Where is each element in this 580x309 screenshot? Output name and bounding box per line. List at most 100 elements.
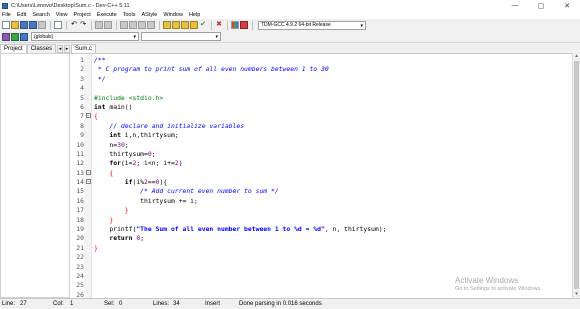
- menu-file[interactable]: File: [2, 12, 11, 18]
- code-line[interactable]: 5 #include <stdio.h>: [70, 94, 572, 103]
- tab-classes[interactable]: Classes: [26, 44, 57, 53]
- code-line[interactable]: 6 int main(): [70, 103, 572, 112]
- menu-execute[interactable]: Execute: [97, 12, 117, 18]
- check-icon[interactable]: ✔: [199, 21, 207, 29]
- compile-icon[interactable]: [163, 21, 171, 29]
- new-file-icon[interactable]: [2, 21, 10, 29]
- new-class-icon[interactable]: [2, 32, 10, 41]
- title-bar: C:\Users\Lenovo\Desktop\Sum.c - Dev-C++ …: [0, 0, 580, 11]
- compiler-select[interactable]: TDM-GCC 4.9.2 64-bit Release ▾: [258, 20, 366, 30]
- profile-chart-icon[interactable]: [231, 21, 239, 29]
- code-token: // declare and initialize variables: [94, 121, 245, 130]
- menu-tools[interactable]: Tools: [123, 12, 136, 18]
- line-number: 18: [76, 215, 84, 224]
- code-token: 30: [117, 140, 125, 149]
- run-icon[interactable]: [172, 21, 180, 29]
- menu-edit[interactable]: Edit: [17, 12, 26, 18]
- members-select[interactable]: ▾: [141, 32, 221, 41]
- redo-icon[interactable]: ↷: [79, 21, 87, 29]
- forward-icon[interactable]: [129, 21, 137, 29]
- code-token: #include <stdio.h>: [94, 93, 164, 102]
- save-icon[interactable]: [20, 21, 28, 29]
- code-line[interactable]: 17 }: [70, 206, 572, 215]
- code-line[interactable]: 4: [70, 84, 572, 93]
- close-file-icon[interactable]: [38, 21, 46, 29]
- code-text: thirtysum += i;: [94, 197, 198, 206]
- fold-toggle-icon[interactable]: −: [86, 179, 91, 185]
- toggle-icon[interactable]: [20, 32, 28, 41]
- code-line[interactable]: 19 printf("The Sum of all even number be…: [70, 225, 572, 234]
- tab-scroll-left-icon[interactable]: ◂: [57, 45, 64, 53]
- code-token: }: [94, 206, 129, 215]
- globals-select-value: (globals): [34, 33, 54, 40]
- code-line[interactable]: 12 for(i=2; i<n; i+=2): [70, 159, 572, 168]
- status-line-value: 27: [20, 301, 27, 307]
- code-token: ; i<n; i+=: [136, 159, 175, 168]
- scroll-down-icon[interactable]: ▾: [573, 291, 580, 298]
- code-line[interactable]: 22: [70, 253, 572, 262]
- code-text: /**: [94, 56, 106, 65]
- goto-line-icon[interactable]: [138, 21, 146, 29]
- menu-view[interactable]: View: [56, 12, 68, 18]
- menu-search[interactable]: Search: [32, 12, 49, 18]
- code-line[interactable]: 9 int i,n,thirtysum;: [70, 131, 572, 140]
- stop-icon[interactable]: ✖: [215, 21, 223, 29]
- replace-icon[interactable]: [104, 21, 112, 29]
- vertical-scrollbar[interactable]: ▴ ▾: [572, 53, 580, 298]
- fold-toggle-icon[interactable]: −: [86, 169, 91, 175]
- project-tree[interactable]: [0, 53, 70, 298]
- code-line[interactable]: 3 */: [70, 75, 572, 84]
- compile-run-icon[interactable]: [181, 21, 189, 29]
- code-line[interactable]: 18 }: [70, 216, 572, 225]
- code-line[interactable]: 23: [70, 263, 572, 272]
- minimize-button[interactable]: —: [502, 0, 528, 11]
- code-line[interactable]: 11 thirtysum=0;: [70, 150, 572, 159]
- code-line[interactable]: 16 thirtysum += i;: [70, 197, 572, 206]
- chevron-down-icon: ▾: [360, 22, 363, 29]
- code-line[interactable]: 7−{: [70, 112, 572, 121]
- line-number: 4: [80, 84, 84, 93]
- menu-help[interactable]: Help: [189, 12, 200, 18]
- close-button[interactable]: ✕: [554, 0, 580, 11]
- bookmark-icon[interactable]: [147, 21, 155, 29]
- maximize-button[interactable]: ▢: [528, 0, 554, 11]
- project-panel-tabs: Project Classes ◂ ▸: [0, 43, 70, 53]
- undo-icon[interactable]: ↶: [70, 21, 78, 29]
- code-line[interactable]: 20 return 0;: [70, 234, 572, 243]
- menu-window[interactable]: Window: [163, 12, 183, 18]
- menu-project[interactable]: Project: [74, 12, 91, 18]
- toolbar-separator: [66, 20, 67, 30]
- code-line[interactable]: 14− if(i%2==0){: [70, 178, 572, 187]
- code-line[interactable]: 10 n=30;: [70, 141, 572, 150]
- back-icon[interactable]: [120, 21, 128, 29]
- line-number: 25: [76, 281, 84, 290]
- main-toolbar: ↶ ↷ ✔ ✖ TDM-GCC 4.9.2 64-bit Release ▾: [0, 19, 580, 31]
- fold-toggle-icon[interactable]: −: [86, 113, 91, 119]
- tab-sum-c[interactable]: Sum.c: [71, 44, 97, 53]
- menu-astyle[interactable]: AStyle: [141, 12, 157, 18]
- class-toolbar: (globals) ▾ ▾: [0, 31, 580, 43]
- compiler-select-value: TDM-GCC 4.9.2 64-bit Release: [261, 22, 331, 28]
- insert-icon[interactable]: [11, 32, 19, 41]
- scrollbar-thumb[interactable]: [574, 61, 579, 289]
- print-icon[interactable]: [54, 21, 62, 29]
- code-line[interactable]: 2 * C program to print sum of all even n…: [70, 65, 572, 74]
- code-editor[interactable]: 1/** 2 * C program to print sum of all ev…: [70, 53, 572, 298]
- code-line[interactable]: 8 // declare and initialize variables: [70, 122, 572, 131]
- code-token: }: [94, 215, 114, 224]
- globals-select[interactable]: (globals) ▾: [31, 32, 139, 41]
- tab-project[interactable]: Project: [0, 44, 27, 53]
- save-all-icon[interactable]: [29, 21, 37, 29]
- code-line[interactable]: 15 /* Add current even number to sum */: [70, 187, 572, 196]
- code-text: */: [94, 75, 106, 84]
- code-line[interactable]: 21}: [70, 244, 572, 253]
- toolbar-separator: [159, 20, 160, 30]
- rebuild-icon[interactable]: [190, 21, 198, 29]
- code-line[interactable]: 1 /**: [70, 56, 572, 65]
- code-line[interactable]: 13− {: [70, 169, 572, 178]
- open-file-icon[interactable]: [11, 21, 19, 29]
- scroll-up-icon[interactable]: ▴: [573, 53, 580, 60]
- find-icon[interactable]: [95, 21, 103, 29]
- delete-profile-icon[interactable]: [240, 21, 248, 29]
